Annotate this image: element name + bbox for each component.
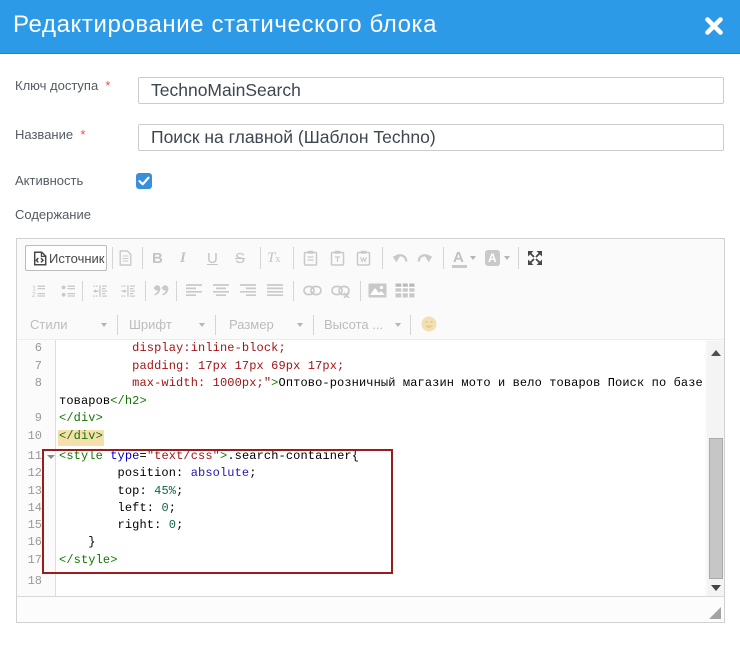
svg-text:2: 2 — [32, 290, 36, 297]
